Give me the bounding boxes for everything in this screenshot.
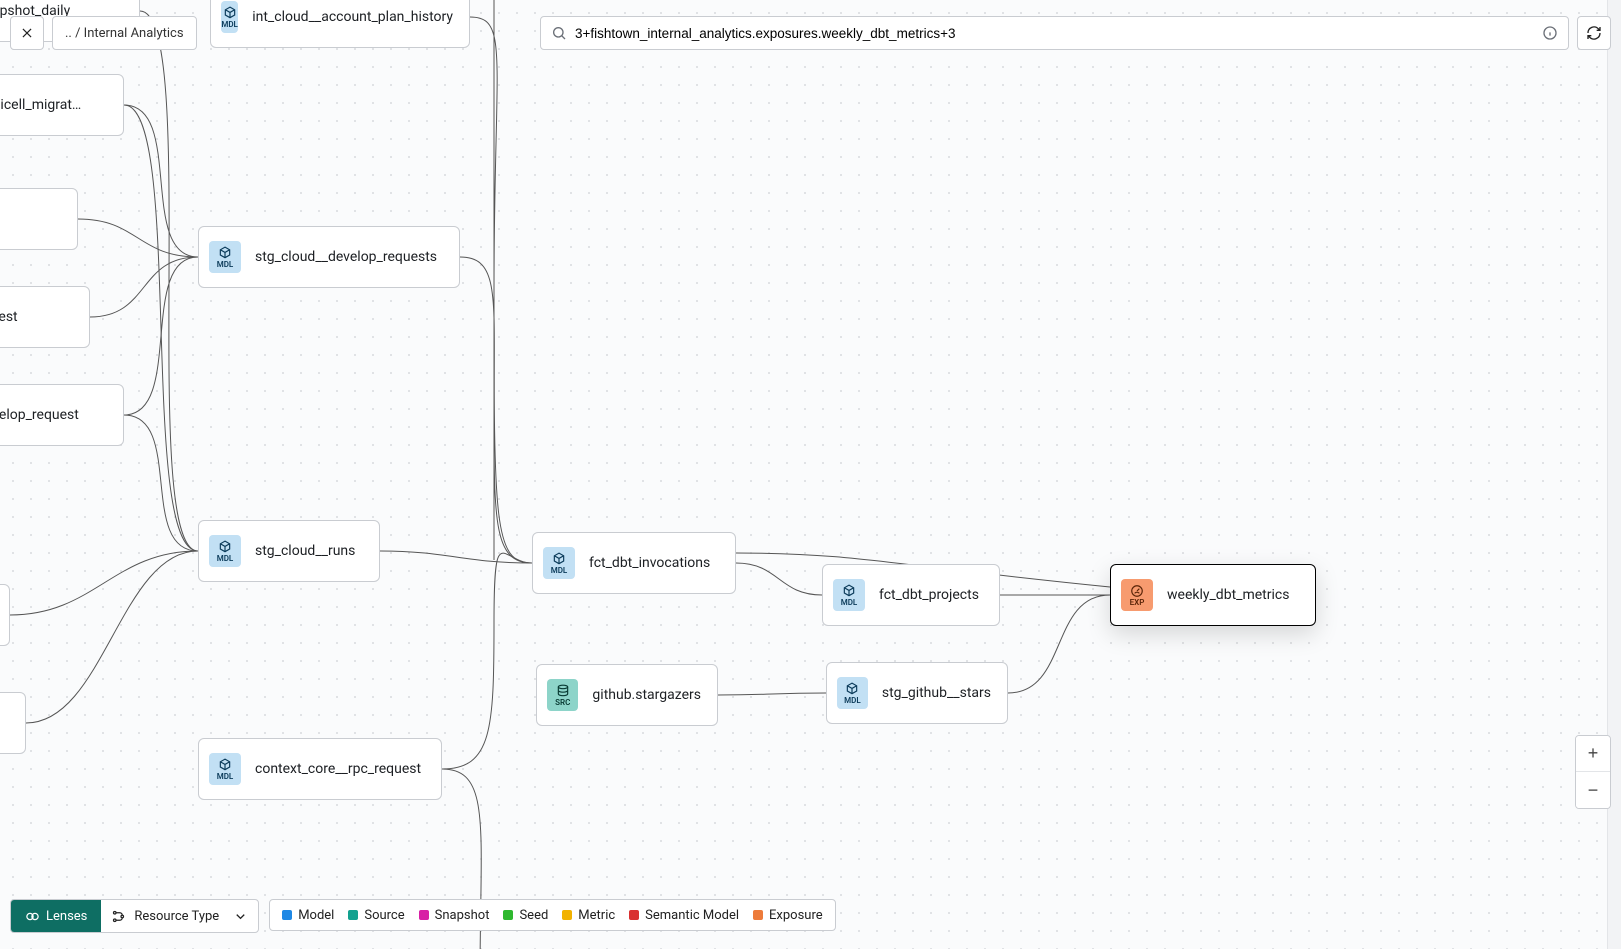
- info-icon[interactable]: [1542, 25, 1558, 41]
- node-github_src[interactable]: SRC github.stargazers: [536, 664, 718, 726]
- refresh-icon: [1586, 25, 1602, 41]
- legend-swatch: [503, 910, 513, 920]
- legend-item: Model: [282, 908, 334, 923]
- legend-item: Metric: [562, 908, 615, 923]
- zoom-out-button[interactable]: −: [1576, 772, 1610, 808]
- breadcrumb-label: .. / Internal Analytics: [65, 26, 184, 41]
- node-run[interactable]: run: [0, 692, 26, 754]
- node-label: velop_request: [0, 309, 18, 325]
- node-fct_proj[interactable]: MDL fct_dbt_projects: [822, 564, 1000, 626]
- legend-label: Exposure: [769, 908, 823, 923]
- node-label: fct_dbt_projects: [879, 587, 979, 603]
- node-badge: MDL: [837, 677, 868, 709]
- node-label: fct_dbt_invocations: [589, 555, 710, 571]
- node-label: stg_cloud__runs: [255, 543, 355, 559]
- legend-label: Model: [298, 908, 334, 923]
- node-label: github.stargazers: [592, 687, 701, 703]
- node-badge: MDL: [209, 535, 241, 567]
- legend-label: Semantic Model: [645, 908, 739, 923]
- resource-type-label: Resource Type: [134, 909, 219, 924]
- legend-swatch: [753, 910, 763, 920]
- refresh-button[interactable]: [1577, 16, 1611, 50]
- node-label: context_core__rpc_request: [255, 761, 421, 777]
- node-badge: EXP: [1121, 579, 1153, 611]
- node-badge: MDL: [833, 579, 865, 611]
- node-int_acct_plan[interactable]: MDL int_cloud__account_plan_history: [210, 0, 470, 48]
- node-label: develop_request: [0, 407, 79, 423]
- legend-label: Source: [364, 908, 404, 923]
- search-bar[interactable]: [540, 16, 1569, 50]
- legend-item: Semantic Model: [629, 908, 739, 923]
- close-button[interactable]: [10, 16, 44, 50]
- breadcrumb[interactable]: .. / Internal Analytics: [52, 16, 197, 50]
- resource-type-icon: [111, 909, 126, 924]
- close-icon: [20, 26, 34, 40]
- lenses-label: Lenses: [46, 909, 87, 924]
- node-label: stg_cloud__develop_requests: [255, 249, 437, 265]
- node-badge: MDL: [209, 753, 241, 785]
- node-fct_inv[interactable]: MDL fct_dbt_invocations: [532, 532, 736, 594]
- legend-swatch: [348, 910, 358, 920]
- node-label: nulticell_migrat…: [0, 97, 81, 113]
- legend-label: Metric: [578, 908, 615, 923]
- node-badge: MDL: [221, 1, 238, 33]
- view-controls: Lenses Resource Type: [10, 899, 259, 933]
- search-input[interactable]: [575, 26, 1534, 41]
- lenses-button[interactable]: Lenses: [11, 900, 101, 932]
- zoom-in-button[interactable]: +: [1576, 736, 1610, 772]
- node-badge: SRC: [547, 679, 578, 711]
- node-weekly[interactable]: EXP weekly_dbt_metrics: [1110, 564, 1316, 626]
- node-stg_dev_req[interactable]: MDL stg_cloud__develop_requests: [198, 226, 460, 288]
- node-multicell[interactable]: nulticell_migrat…: [0, 74, 124, 136]
- search-icon: [551, 25, 567, 41]
- node-stg_runs[interactable]: MDL stg_cloud__runs: [198, 520, 380, 582]
- resource-type-dropdown[interactable]: Resource Type: [101, 900, 258, 932]
- legend-item: Source: [348, 908, 404, 923]
- node-context_rpc[interactable]: MDL context_core__rpc_request: [198, 738, 442, 800]
- zoom-controls: + −: [1575, 735, 1611, 809]
- node-label: int_cloud__account_plan_history: [252, 9, 453, 25]
- canvas-background[interactable]: [0, 0, 1621, 949]
- legend-label: Seed: [519, 908, 548, 923]
- node-label: stg_github__stars: [882, 685, 991, 701]
- node-blank_n[interactable]: n: [0, 584, 10, 646]
- legend-swatch: [419, 910, 429, 920]
- chevron-down-icon: [233, 909, 248, 924]
- legend-item: Exposure: [753, 908, 823, 923]
- node-badge: MDL: [543, 547, 575, 579]
- legend-swatch: [629, 910, 639, 920]
- legend-item: Snapshot: [419, 908, 490, 923]
- node-badge: MDL: [209, 241, 241, 273]
- node-develop_request[interactable]: develop_request: [0, 384, 124, 446]
- node-stg_stars[interactable]: MDL stg_github__stars: [826, 662, 1008, 724]
- node-p_request[interactable]: p_request: [0, 188, 78, 250]
- node-label: weekly_dbt_metrics: [1167, 587, 1289, 603]
- legend: Model Source Snapshot Seed Metric Semantic Mo…: [269, 899, 835, 931]
- legend-swatch: [562, 910, 572, 920]
- node-velop_request[interactable]: velop_request: [0, 286, 90, 348]
- legend-item: Seed: [503, 908, 548, 923]
- lenses-icon: [25, 909, 40, 924]
- legend-swatch: [282, 910, 292, 920]
- legend-label: Snapshot: [435, 908, 490, 923]
